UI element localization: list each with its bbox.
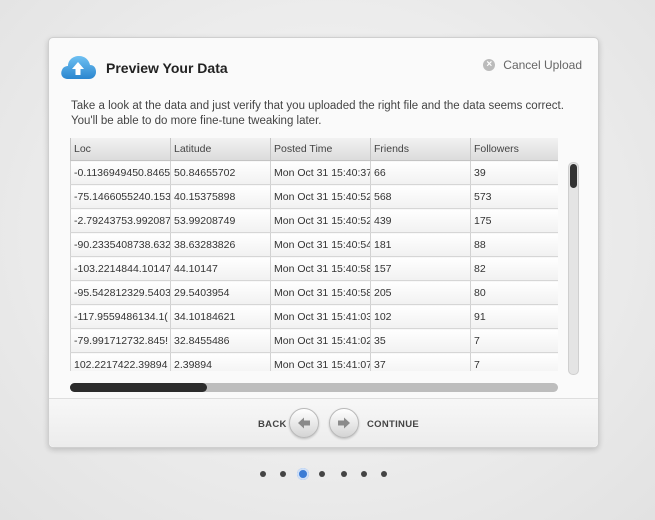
column-header-latitude[interactable]: Latitude [170, 138, 271, 161]
table-cell: 39 [470, 160, 558, 185]
column-header-posted-time[interactable]: Posted Time [270, 138, 371, 161]
dialog-footer: BACK CONTINUE [49, 398, 598, 447]
table-cell: 35 [370, 328, 471, 353]
table-cell: 181 [370, 232, 471, 257]
table-cell: Mon Oct 31 15:40:37 [270, 160, 371, 185]
back-label[interactable]: BACK [258, 419, 287, 430]
table-row: -90.2335408738.632 38.63283826 Mon Oct 3… [70, 232, 558, 257]
table-cell: 7 [470, 328, 558, 353]
table-cell: Mon Oct 31 15:40:58 [270, 256, 371, 281]
table-row: -2.79243753.992087 53.99208749 Mon Oct 3… [70, 208, 558, 233]
table-cell: -117.9559486134.1( [70, 304, 171, 329]
table-cell: 50.84655702 [170, 160, 271, 185]
table-cell: 32.8455486 [170, 328, 271, 353]
intro-text: Take a look at the data and just verify … [71, 100, 564, 127]
preview-dialog: Preview Your Data × Cancel Upload Take a… [48, 37, 599, 448]
table-cell: 102.2217422.39894 [70, 352, 171, 371]
table-cell: 205 [370, 280, 471, 305]
table-cell: -2.79243753.992087 [70, 208, 171, 233]
table-cell: Mon Oct 31 15:41:07 [270, 352, 371, 371]
table-cell: 44.10147 [170, 256, 271, 281]
table-row: -75.1466055240.153 40.15375898 Mon Oct 3… [70, 184, 558, 209]
table-cell: 38.63283826 [170, 232, 271, 257]
table-cell: Mon Oct 31 15:40:58 [270, 280, 371, 305]
table-row: -0.1136949450.8465 50.84655702 Mon Oct 3… [70, 160, 558, 185]
table-cell: 7 [470, 352, 558, 371]
table-cell: Mon Oct 31 15:40:52 [270, 208, 371, 233]
table-cell: Mon Oct 31 15:40:52 [270, 184, 371, 209]
table-cell: 37 [370, 352, 471, 371]
horizontal-scrollbar[interactable] [70, 383, 558, 392]
table-cell: -90.2335408738.632 [70, 232, 171, 257]
table-cell: Mon Oct 31 15:40:54 [270, 232, 371, 257]
close-icon[interactable]: × [483, 59, 496, 71]
data-preview-table: Loc Latitude Posted Time Friends Followe… [70, 138, 558, 371]
page-dot-7[interactable] [319, 471, 325, 477]
table-cell: 40.15375898 [170, 184, 271, 209]
table-row: -79.991712732.845! 32.8455486 Mon Oct 31… [70, 328, 558, 353]
vertical-scrollbar-thumb[interactable] [570, 164, 577, 188]
table-cell: -0.1136949450.8465 [70, 160, 171, 185]
arrow-left-icon [298, 417, 310, 429]
continue-label[interactable]: CONTINUE [367, 419, 419, 430]
page-dot-2[interactable] [280, 471, 286, 477]
table-cell: 175 [470, 208, 558, 233]
cancel-upload-label[interactable]: Cancel Upload [503, 58, 582, 72]
table-cell: -95.542812329.5403 [70, 280, 171, 305]
table-cell: -103.2214844.10147 [70, 256, 171, 281]
column-header-loc[interactable]: Loc [70, 138, 171, 161]
table-cell: 88 [470, 232, 558, 257]
page-dot-5[interactable] [361, 471, 367, 477]
table-cell: 439 [370, 208, 471, 233]
column-header-followers[interactable]: Followers [470, 138, 558, 161]
table-cell: 2.39894 [170, 352, 271, 371]
continue-button[interactable] [329, 408, 359, 438]
column-header-friends[interactable]: Friends [370, 138, 471, 161]
table-cell: 66 [370, 160, 471, 185]
arrow-right-icon [338, 417, 350, 429]
cancel-upload-button[interactable]: × Cancel Upload [483, 58, 582, 72]
table-cell: 568 [370, 184, 471, 209]
table-cell: 34.10184621 [170, 304, 271, 329]
page-dot-3-active[interactable] [297, 468, 309, 480]
table-row: 102.2217422.39894 2.39894 Mon Oct 31 15:… [70, 352, 558, 371]
page-dot-4[interactable] [341, 471, 347, 477]
table-cell: -79.991712732.845! [70, 328, 171, 353]
table-cell: Mon Oct 31 15:41:03 [270, 304, 371, 329]
table-cell: 53.99208749 [170, 208, 271, 233]
table-cell: 573 [470, 184, 558, 209]
dialog-title: Preview Your Data [106, 60, 228, 76]
table-cell: Mon Oct 31 15:41:02 [270, 328, 371, 353]
table-cell: 29.5403954 [170, 280, 271, 305]
table-row: -117.9559486134.1( 34.10184621 Mon Oct 3… [70, 304, 558, 329]
page-dot-1[interactable] [260, 471, 266, 477]
table-row: -103.2214844.10147 44.10147 Mon Oct 31 1… [70, 256, 558, 281]
back-button[interactable] [289, 408, 319, 438]
table-cell: 157 [370, 256, 471, 281]
table-cell: 80 [470, 280, 558, 305]
cloud-upload-icon [61, 56, 96, 79]
table-header-row: Loc Latitude Posted Time Friends Followe… [70, 138, 558, 161]
page-dot-6[interactable] [381, 471, 387, 477]
table-cell: 102 [370, 304, 471, 329]
table-cell: -75.1466055240.153 [70, 184, 171, 209]
table-cell: 82 [470, 256, 558, 281]
vertical-scrollbar[interactable] [568, 162, 579, 375]
table-row: -95.542812329.5403 29.5403954 Mon Oct 31… [70, 280, 558, 305]
horizontal-scrollbar-thumb[interactable] [70, 383, 207, 392]
table-cell: 91 [470, 304, 558, 329]
